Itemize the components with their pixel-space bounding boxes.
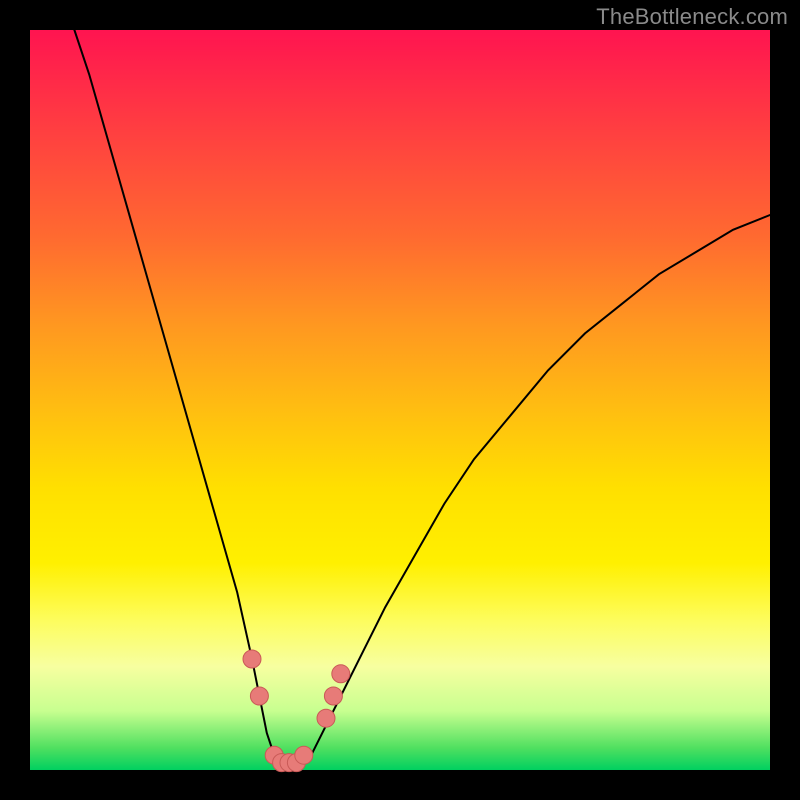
curve-marker [317, 709, 335, 727]
chart-frame: TheBottleneck.com [0, 0, 800, 800]
curve-marker [324, 687, 342, 705]
curve-marker [332, 665, 350, 683]
curve-marker [243, 650, 261, 668]
chart-svg [30, 30, 770, 770]
watermark-text: TheBottleneck.com [596, 4, 788, 30]
chart-plot-area [30, 30, 770, 770]
bottleneck-curve [74, 30, 770, 770]
curve-marker [295, 746, 313, 764]
curve-marker [250, 687, 268, 705]
